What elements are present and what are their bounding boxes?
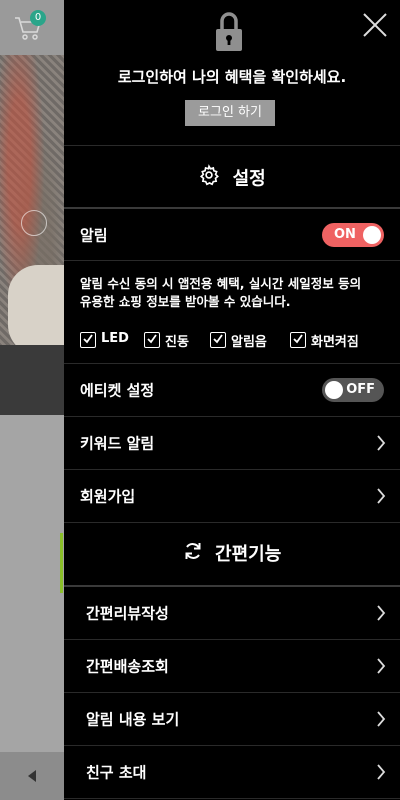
quick-review-row[interactable]: 간편리뷰작성 [64, 587, 400, 640]
etiquette-row: 에티켓 설정 OFF [64, 364, 400, 417]
side-drawer: 로그인하여 나의 혜택을 확인하세요. 로그인 하기 설정 알림 ON 알림 수… [64, 0, 400, 800]
carousel-prev-icon[interactable] [21, 210, 47, 236]
chevron-right-icon [376, 488, 386, 504]
notification-options: LED 진동 알림음 화면켜짐 [80, 330, 396, 354]
cart-count-badge: 0 [30, 10, 46, 26]
chevron-right-icon [376, 764, 386, 780]
refresh-icon [183, 541, 203, 566]
divider [64, 260, 400, 261]
checkbox-label: 화면켜짐 [311, 335, 359, 350]
checkbox-label: 알림음 [231, 335, 267, 350]
toggle-state-text: OFF [346, 382, 375, 397]
divider [64, 207, 400, 209]
signup-row[interactable]: 회원가입 [64, 470, 400, 523]
settings-header: 설정 [64, 164, 400, 191]
checkbox-checked-icon [210, 332, 226, 348]
signup-label: 회원가입 [80, 487, 136, 506]
back-arrow-icon[interactable] [28, 770, 36, 782]
invite-friend-label: 친구 초대 [86, 763, 147, 782]
product-image-detail [8, 265, 64, 355]
quick-features-header: 간편기능 [64, 540, 400, 566]
keyword-alert-row[interactable]: 키워드 알림 [64, 417, 400, 470]
chevron-right-icon [376, 711, 386, 727]
notifications-toggle[interactable]: ON [322, 223, 384, 247]
checkbox-label: LED [101, 331, 129, 346]
quick-delivery-label: 간편배송조회 [86, 657, 169, 676]
notification-history-label: 알림 내용 보기 [86, 710, 180, 729]
checkbox-checked-icon [80, 332, 96, 348]
toggle-knob [363, 226, 381, 244]
checkbox-checked-icon [290, 332, 306, 348]
chevron-right-icon [376, 605, 386, 621]
etiquette-label: 에티켓 설정 [80, 381, 155, 400]
notifications-description: 알림 수신 동의 시 앱전용 혜택, 실시간 세일정보 등의 유용한 쇼핑 정보… [80, 275, 390, 311]
checkbox-checked-icon [144, 332, 160, 348]
accent-edge [60, 533, 63, 593]
invite-friend-row[interactable]: 친구 초대 [64, 746, 400, 799]
chevron-right-icon [376, 435, 386, 451]
lock-icon [214, 10, 244, 54]
close-icon[interactable] [362, 12, 388, 38]
page-overlay [0, 415, 64, 800]
quick-delivery-row[interactable]: 간편배송조회 [64, 640, 400, 693]
divider [64, 145, 400, 146]
login-message: 로그인하여 나의 혜택을 확인하세요. [117, 68, 347, 86]
notifications-label: 알림 [80, 226, 108, 245]
product-image-detail [0, 345, 64, 415]
etiquette-toggle[interactable]: OFF [322, 378, 384, 402]
toggle-knob [325, 381, 343, 399]
login-button[interactable]: 로그인 하기 [185, 100, 275, 126]
keyword-alert-label: 키워드 알림 [80, 434, 155, 453]
notifications-row: 알림 ON [64, 210, 400, 260]
description-line: 알림 수신 동의 시 앱전용 혜택, 실시간 세일정보 등의 [80, 276, 362, 291]
settings-title: 설정 [232, 168, 266, 190]
checkbox-label: 진동 [165, 335, 189, 350]
quick-features-title: 간편기능 [215, 544, 282, 565]
gear-icon [198, 164, 220, 191]
chevron-right-icon [376, 658, 386, 674]
description-line: 유용한 쇼핑 정보를 받아볼 수 있습니다. [80, 294, 291, 309]
notification-history-row[interactable]: 알림 내용 보기 [64, 693, 400, 746]
quick-review-label: 간편리뷰작성 [86, 604, 169, 623]
toggle-state-text: ON [334, 227, 356, 242]
background-page: 0 [0, 0, 64, 800]
